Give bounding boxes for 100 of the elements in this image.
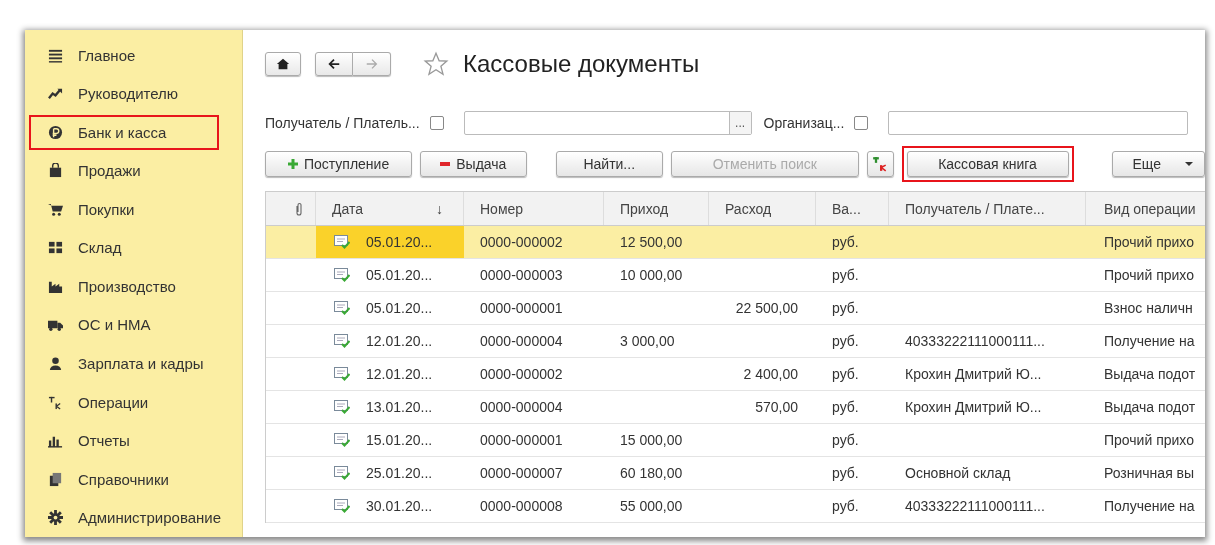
table-cell: 12.01.20... [366, 366, 433, 382]
home-button[interactable] [265, 52, 301, 76]
table-row[interactable]: 12.01.20... 0000-000002 2 400,00 руб. Крохин Дмитрий Ю... Выдача подот [266, 358, 1205, 391]
document-check-icon [334, 400, 350, 414]
column-header[interactable]: Расход [709, 192, 816, 225]
column-header[interactable]: Приход [604, 192, 709, 225]
sidebar-item[interactable]: Администрирование [29, 500, 219, 535]
sidebar-item[interactable]: Склад [29, 230, 219, 266]
chart-line-icon [48, 86, 63, 102]
select-button[interactable]: ... [728, 112, 751, 134]
table-cell-text: Получение на [1103, 497, 1196, 516]
sidebar-item[interactable]: Справочники [29, 461, 219, 497]
table-cell-text: Крохин Дмитрий Ю... [904, 365, 1043, 384]
table-cell-text: 3 000,00 [619, 332, 676, 351]
arrow-left-icon [327, 57, 341, 71]
shopping-bag-icon [48, 163, 63, 179]
sidebar-item[interactable]: ОС и НМА [29, 307, 219, 343]
sidebar-item[interactable]: Покупки [29, 192, 219, 227]
filter-checkbox[interactable] [854, 116, 869, 130]
sidebar-item[interactable]: Операции [29, 384, 219, 420]
column-header[interactable]: Получатель / Плате... [889, 192, 1086, 225]
document-check-icon [334, 466, 350, 480]
filter-label: Получатель / Платель... [265, 115, 420, 131]
table-row[interactable]: 25.01.20... 0000-000007 60 180,00 руб. Основной склад Розничная вы [266, 457, 1205, 490]
table-row[interactable]: 05.01.20... 0000-000003 10 000,00 руб. Прочий прихо [266, 259, 1205, 292]
table-cell-text: Выдача подот [1103, 365, 1197, 384]
column-header[interactable]: Ва... [816, 192, 889, 225]
input-field[interactable]: ... [463, 111, 752, 135]
document-check-icon [334, 334, 350, 348]
caret-icon [1184, 159, 1194, 169]
table-cell-text: руб. [831, 266, 860, 285]
sidebar-item[interactable]: Отчеты [29, 423, 219, 458]
table-cell-text: 0000-000003 [479, 266, 564, 285]
grid-icon [48, 240, 63, 256]
table-cell: 12.01.20... [366, 333, 433, 349]
table-row[interactable]: 12.01.20... 0000-000004 3 000,00 руб. 40333222111000111... Получение на [266, 325, 1205, 358]
paperclip-icon [293, 201, 304, 216]
sidebar-item[interactable]: Продажи [29, 153, 219, 189]
column-header[interactable]: Номер [464, 192, 604, 225]
table-cell: 05.01.20... [366, 234, 433, 250]
menu-icon [48, 47, 63, 63]
table-cell-text: 22 500,00 [734, 299, 799, 318]
toolbar-button[interactable]: Выдача [420, 151, 527, 177]
filter-checkbox[interactable] [429, 116, 444, 130]
books-icon [48, 471, 63, 487]
table-cell-text: Крохин Дмитрий Ю... [904, 398, 1043, 417]
sidebar-item[interactable]: Производство [29, 269, 219, 304]
page-title: Кассовые документы [463, 50, 700, 78]
table-cell-text: 40333222111000111... [904, 497, 1046, 516]
column-header[interactable]: Вид операции [1086, 192, 1205, 225]
table-row[interactable]: 13.01.20... 0000-000004 570,00 руб. Крохин Дмитрий Ю... Выдача подот [266, 391, 1205, 424]
table-cell-text: Прочий прихо [1103, 266, 1195, 285]
table-cell-text: 0000-000004 [479, 398, 564, 417]
sort-indicator: ↓ [436, 200, 443, 217]
table-cell-text: 0000-000001 [479, 299, 564, 318]
table-cell-text: руб. [831, 332, 860, 351]
toolbar-button[interactable]: Кассовая книга [906, 151, 1069, 177]
table-cell-text: 60 180,00 [619, 464, 684, 483]
sidebar-item[interactable]: Банк и касса [29, 115, 219, 150]
toolbar-button[interactable]: Поступление [265, 151, 413, 177]
table-cell-text: руб. [831, 365, 860, 384]
filter-label: Организац... [763, 115, 845, 131]
star-icon[interactable] [423, 51, 449, 77]
table-cell-text: 0000-000008 [479, 497, 564, 516]
table-cell-text: Получение на [1103, 332, 1196, 351]
arrow-right-icon [364, 57, 379, 71]
document-check-icon [334, 301, 350, 315]
table-cell-text: 0000-000001 [479, 431, 564, 450]
sidebar-item[interactable]: Главное [29, 38, 219, 73]
table-cell-text: 15 000,00 [619, 431, 684, 450]
table-cell: 15.01.20... [366, 432, 433, 448]
sidebar-item[interactable]: Руководителю [29, 76, 219, 112]
document-check-icon [334, 235, 350, 249]
plus-icon [287, 159, 298, 169]
sidebar-item[interactable]: Зарплата и кадры [29, 346, 219, 381]
table-cell: 25.01.20... [366, 465, 433, 481]
debit-credit-icon [48, 394, 63, 410]
person-icon [48, 356, 63, 371]
table-cell: 05.01.20... [366, 300, 433, 316]
table-cell: 30.01.20... [366, 498, 433, 514]
table-cell-text: Основной склад [904, 464, 1012, 483]
table-cell-text: руб. [831, 497, 860, 516]
table-cell-text: руб. [831, 464, 860, 483]
minus-icon [440, 159, 451, 169]
table-cell-text: Взнос наличн [1103, 299, 1194, 318]
table-row[interactable]: 05.01.20... 0000-000002 12 500,00 руб. Прочий прихо [266, 226, 1205, 259]
document-check-icon [334, 268, 350, 282]
table-row[interactable]: 15.01.20... 0000-000001 15 000,00 руб. Прочий прихо [266, 424, 1205, 457]
input-field[interactable] [888, 111, 1189, 135]
debit-credit-button[interactable] [866, 151, 894, 177]
toolbar-button[interactable]: Найти... [555, 151, 663, 177]
toolbar-button[interactable]: Еще [1111, 151, 1205, 177]
table-row[interactable]: 05.01.20... 0000-000001 22 500,00 руб. Взнос наличн [266, 292, 1205, 325]
document-check-icon [334, 433, 350, 447]
home-icon [276, 57, 290, 71]
table-row[interactable]: 30.01.20... 0000-000008 55 000,00 руб. 40333222111000111... Получение на [266, 490, 1205, 523]
back-button[interactable] [315, 52, 353, 76]
table-cell-text: 40333222111000111... [904, 332, 1046, 351]
table-cell-text: 0000-000002 [479, 365, 564, 384]
column-header[interactable]: Дата [332, 200, 363, 217]
